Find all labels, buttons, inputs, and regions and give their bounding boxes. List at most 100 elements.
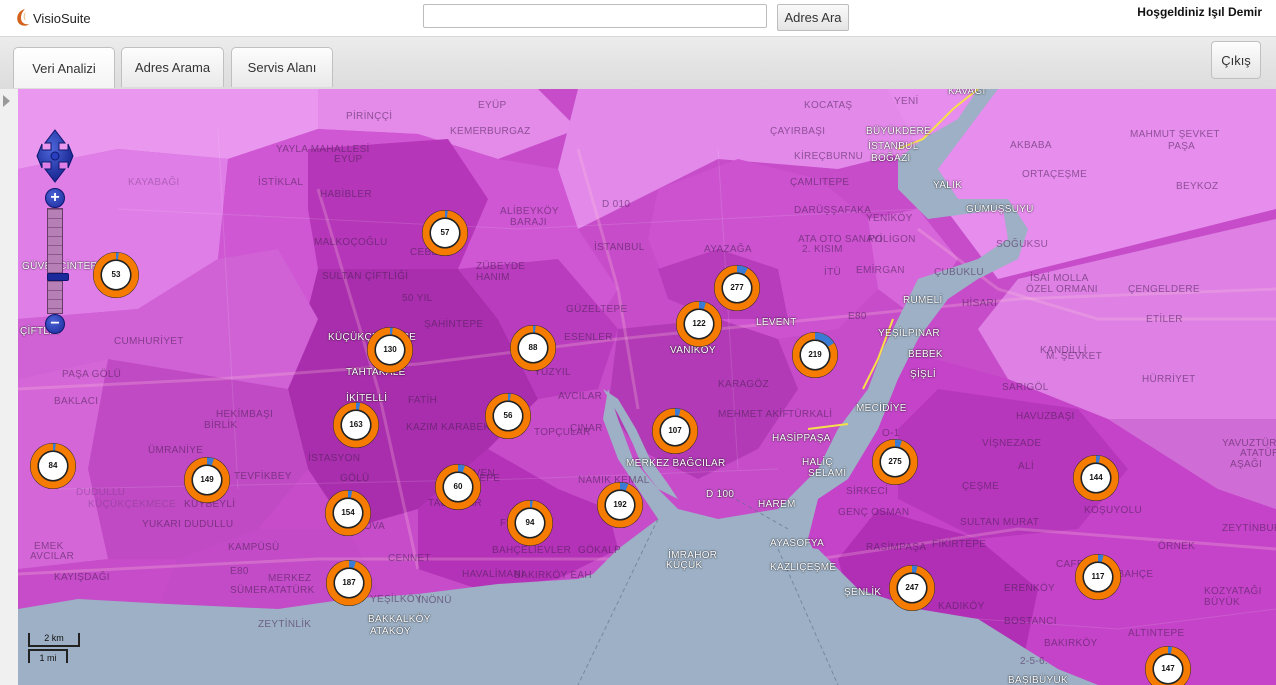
map-label: ERENKÖY xyxy=(1004,583,1056,594)
map-label: KEMERBURGAZ xyxy=(450,126,531,137)
map-label: BÜYÜK xyxy=(1204,597,1240,608)
map-label: KİREÇBURNU xyxy=(794,151,864,162)
map-label: BEBEK xyxy=(908,349,943,360)
welcome-message: Hoşgeldiniz Işıl Demir xyxy=(1137,5,1262,19)
zoom-track[interactable] xyxy=(47,208,69,314)
map-label: DARÜŞŞAFAKA xyxy=(794,205,872,216)
map-label: HAREM xyxy=(758,499,796,510)
map-label: GÖKALP xyxy=(578,545,621,556)
map-label: ÇAYIRBAŞI xyxy=(770,126,826,137)
cluster-marker[interactable]: 275 xyxy=(871,438,919,486)
app-header: VisioSuite Adres Ara Hoşgeldiniz Işıl De… xyxy=(0,0,1276,37)
map-label: AVCILAR xyxy=(558,391,603,402)
map-label: BAKLACI xyxy=(54,396,99,407)
cluster-count: 144 xyxy=(1089,473,1103,482)
cluster-marker[interactable]: 60 xyxy=(434,463,482,511)
map-label: CENNET xyxy=(388,553,431,564)
map-label: BÜYÜKDERE xyxy=(866,126,931,137)
map-label: ÇEŞME xyxy=(962,481,1000,492)
map-label: ALTINTEPE xyxy=(1128,628,1185,639)
side-panel-toggle[interactable] xyxy=(0,89,19,685)
cluster-marker[interactable]: 56 xyxy=(484,392,532,440)
pan-control[interactable] xyxy=(36,129,74,183)
map-label: ÖRNEK xyxy=(1158,541,1196,552)
map-label: MERKEZ xyxy=(268,573,312,584)
map-label: TEVFİKBEY xyxy=(234,471,292,482)
map-label: KOŞUYOLU xyxy=(1084,505,1142,516)
map-label: ATAKÖY xyxy=(370,626,411,637)
cluster-count: 53 xyxy=(111,270,121,279)
map-label: KADIKÖY xyxy=(938,601,985,612)
cluster-marker[interactable]: 117 xyxy=(1074,553,1122,601)
cluster-count: 94 xyxy=(525,518,535,527)
app-logo[interactable]: VisioSuite xyxy=(15,6,91,30)
map-label: SOĞUKSU xyxy=(996,239,1049,250)
map-view[interactable]: EYÜP KOCATAŞ YENİ KAVAĞI PİRİNÇÇİ KEMERBURGAZ… xyxy=(18,89,1276,685)
map-label: AKBABA xyxy=(1010,140,1052,151)
cluster-marker[interactable]: 144 xyxy=(1072,454,1120,502)
cluster-marker[interactable]: 219 xyxy=(791,331,839,379)
cluster-marker[interactable]: 147 xyxy=(1144,645,1192,685)
map-label: MERKEZ BAĞCILAR xyxy=(626,458,726,469)
zoom-slider-handle[interactable] xyxy=(47,273,69,281)
map-label: ZÜBEYDE xyxy=(476,261,526,272)
map-label: İSTASYON xyxy=(308,453,361,464)
map-label: BARAJI xyxy=(510,217,547,228)
logout-button[interactable]: Çıkış xyxy=(1211,41,1261,79)
map-label: YENİ xyxy=(894,96,919,107)
cluster-marker[interactable]: 187 xyxy=(325,559,373,607)
cluster-marker[interactable]: 149 xyxy=(183,456,231,504)
cluster-marker[interactable]: 107 xyxy=(651,407,699,455)
map-label: ÇAMLITEPE xyxy=(790,177,850,188)
map-label: BİRLİK xyxy=(204,420,238,431)
tab-veri-analizi[interactable]: Veri Analizi xyxy=(13,47,115,88)
map-label: D 100 xyxy=(706,489,735,500)
cluster-marker[interactable]: 88 xyxy=(509,324,557,372)
scale-mi: 1 mi xyxy=(28,649,68,663)
map-label: ŞENLİK xyxy=(844,587,882,598)
map-label: HAVALİMANI xyxy=(462,569,525,580)
map-label: D 010 xyxy=(602,199,631,210)
map-label: MALKOÇOĞLU xyxy=(314,237,388,248)
tab-bar: Veri Analizi Adres Arama Servis Alanı Çı… xyxy=(0,37,1276,90)
map-label: İSTİKLAL xyxy=(258,177,304,188)
cluster-count: 192 xyxy=(613,500,627,509)
cluster-marker[interactable]: 154 xyxy=(324,489,372,537)
cluster-marker[interactable]: 247 xyxy=(888,564,936,612)
cluster-count: 187 xyxy=(342,578,356,587)
tab-adres-arama[interactable]: Adres Arama xyxy=(121,47,224,87)
cluster-marker[interactable]: 53 xyxy=(92,251,140,299)
map-label: KAYIŞDAĞI xyxy=(54,572,110,583)
cluster-count: 56 xyxy=(503,411,513,420)
cluster-marker[interactable]: 122 xyxy=(675,300,723,348)
zoom-in-button[interactable]: + xyxy=(45,188,65,208)
cluster-count: 107 xyxy=(668,426,682,435)
map-label: AYASOFYA xyxy=(770,538,825,549)
map-label: GÜMÜŞSUYU xyxy=(966,204,1034,215)
map-label: VİŞNEZADE xyxy=(982,438,1042,449)
map-label: KAVAĞI xyxy=(948,89,986,97)
cluster-marker[interactable]: 163 xyxy=(332,401,380,449)
map-label: ÇENGELDERE xyxy=(1128,284,1200,295)
map-label: BOĞAZI xyxy=(871,153,911,164)
map-label: KAYABAĞI xyxy=(128,177,180,188)
map-label: KÜÇÜK xyxy=(666,560,703,571)
map-label: ŞAHİNTEPE xyxy=(424,319,484,330)
zoom-out-button[interactable]: − xyxy=(45,314,65,334)
visiosuite-logo-icon xyxy=(17,9,29,26)
map-label: PİRİNÇÇİ xyxy=(346,111,393,122)
map-label: KARAGÖZ xyxy=(718,379,769,390)
map-label: ZEYTİNBURNU xyxy=(1222,523,1276,534)
cluster-marker[interactable]: 130 xyxy=(366,326,414,374)
cluster-marker[interactable]: 192 xyxy=(596,481,644,529)
cluster-marker[interactable]: 84 xyxy=(29,442,77,490)
address-search-input[interactable] xyxy=(423,4,767,28)
tab-servis-alani[interactable]: Servis Alanı xyxy=(231,47,333,87)
cluster-marker[interactable]: 94 xyxy=(506,499,554,547)
map-label: GENÇ OSMAN xyxy=(838,507,910,518)
cluster-marker[interactable]: 57 xyxy=(421,209,469,257)
address-search-button[interactable]: Adres Ara xyxy=(777,4,849,31)
map-label: BAŞIBÜYÜK xyxy=(1008,675,1068,685)
map-label: SULTAN ÇİFTLİĞİ xyxy=(322,271,409,282)
map-label: HİSARI xyxy=(962,298,998,309)
